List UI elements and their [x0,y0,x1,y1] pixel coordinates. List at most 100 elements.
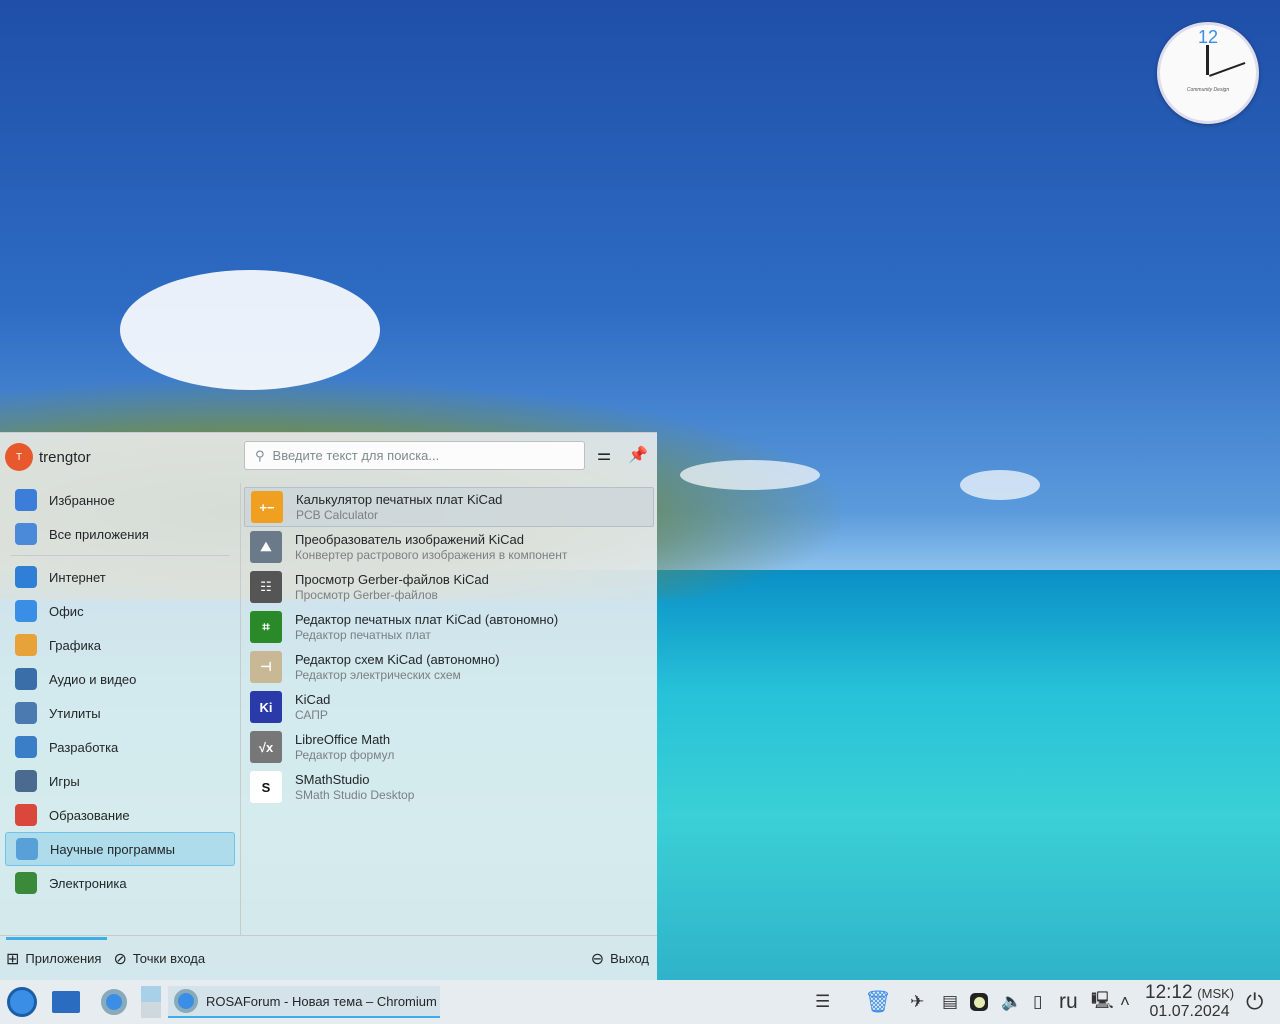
tab-applications[interactable]: ⊞ Приложения [0,936,108,981]
sidebar-item-atom[interactable]: Научные программы [5,832,235,866]
launcher-footer: ⊞ Приложения ⊘ Точки входа ⊖ Выход [0,935,657,981]
chromium-launcher[interactable] [98,986,130,1018]
list-item[interactable]: ⊣ Редактор схем KiCad (автономно) Редактор… [244,647,654,687]
chromium-icon [101,989,127,1015]
chromium-icon [174,989,198,1013]
headphones-icon [15,668,37,690]
pin-icon[interactable]: 📌 [627,445,649,467]
sidebar-item-label: Избранное [49,492,115,508]
code-icon [15,736,37,758]
sidebar-item-office[interactable]: Офис [5,594,235,628]
tab-places[interactable]: ⊘ Точки входа [107,937,211,981]
smath-icon: S [250,771,282,803]
app-description: SMath Studio Desktop [295,787,415,802]
globe-icon [15,566,37,588]
sidebar-item-book[interactable]: Образование [5,798,235,832]
tray-settings-icon[interactable]: ☰ [815,980,830,1024]
app-name: Просмотр Gerber-файлов KiCad [295,571,489,587]
network-icon[interactable]: 🖳 [1091,980,1114,1024]
category-sidebar: Избранное Все приложения Интернет Офис Графи… [0,483,241,935]
app-description: Редактор электрических схем [295,667,461,682]
digital-clock[interactable]: 12:12 (MSK) 01.07.2024 [1145,980,1234,1024]
sidebar-item-gamepad[interactable]: Игры [5,764,235,798]
app-name: LibreOffice Math [295,731,391,747]
app-name: SMathStudio [295,771,370,787]
list-item[interactable]: ⛰ Преобразователь изображений KiCad Конвер… [244,527,654,567]
office-icon [15,600,37,622]
sidebar-item-label: Утилиты [49,705,101,721]
sidebar-item-code[interactable]: Разработка [5,730,235,764]
sidebar-item-headphones[interactable]: Аудио и видео [5,662,235,696]
clock-timezone: (MSK) [1197,985,1235,1001]
desktop-pager-icon [141,986,161,1018]
list-item[interactable]: √x LibreOffice Math Редактор формул [244,727,654,767]
grid-icon [15,523,37,545]
avatar[interactable]: T [5,443,33,471]
analog-clock-widget[interactable]: 12 Community Design [1157,22,1259,124]
sidebar-item-label: Научные программы [50,841,176,857]
application-launcher: T trengtor ⚲ Введите текст для поиска...… [0,432,657,980]
search-placeholder: Введите текст для поиска... [272,448,440,463]
logout-button[interactable]: ⊖ Выход [585,937,655,981]
volume-icon[interactable]: 🔈 [1001,980,1022,1024]
sidebar-item-label: Офис [49,603,84,619]
app-list: +− Калькулятор печатных плат KiCad PCB Cal… [244,487,654,807]
usb-device-icon[interactable]: ▯ [1033,980,1042,1024]
taskbar: ROSAForum - Новая тема – Chromium ☰ 🗑 ✈ … [0,980,1280,1024]
logout-label: Выход [610,951,649,966]
sidebar-item-bookmark[interactable]: Избранное [5,483,235,517]
task-chromium-window[interactable]: ROSAForum - Новая тема – Chromium [168,986,440,1018]
kicad-icon: Ki [250,691,282,723]
list-item[interactable]: ⌗ Редактор печатных плат KiCad (автономно… [244,607,654,647]
calculator-icon: +− [251,491,283,523]
task-title: ROSAForum - Новая тема – Chromium [206,993,437,1009]
search-icon: ⚲ [255,447,265,463]
wallpaper-cloud [680,460,820,490]
grid-icon: ⊞ [6,950,20,968]
app-description: Просмотр Gerber-файлов [295,587,438,602]
logout-icon: ⊖ [590,950,605,968]
telegram-icon[interactable]: ✈ [910,980,924,1024]
status-indicator-icon[interactable] [970,980,988,1024]
list-item[interactable]: ☷ Просмотр Gerber-файлов KiCad Просмотр Ge… [244,567,654,607]
power-icon[interactable]: ⏻ [1246,980,1263,1024]
list-item[interactable]: +− Калькулятор печатных плат KiCad PCB Cal… [244,487,654,527]
clock-brand: Community Design [1186,87,1230,93]
pcb-icon: ⌗ [250,611,282,643]
clock-hour-hand [1206,45,1209,75]
keyboard-layout-indicator[interactable]: ru [1059,980,1078,1024]
sidebar-item-graphics[interactable]: Графика [5,628,235,662]
sidebar-item-globe[interactable]: Интернет [5,560,235,594]
app-description: Редактор формул [295,747,395,762]
app-description: Редактор печатных плат [295,627,431,642]
electronics-icon [15,872,37,894]
sidebar-item-label: Образование [49,807,130,823]
clipboard-icon[interactable]: ▤ [942,980,958,1024]
app-name: KiCad [295,691,331,707]
tab-places-label: Точки входа [132,951,206,966]
tab-applications-label: Приложения [25,951,102,966]
graphics-icon [15,634,37,656]
configure-icon[interactable]: ⚌ [593,445,615,467]
user-name: trengtor [39,448,91,466]
search-input[interactable]: ⚲ Введите текст для поиска... [244,441,585,470]
schematic-icon: ⊣ [250,651,282,683]
sidebar-item-grid[interactable]: Все приложения [5,517,235,551]
sidebar-item-label: Интернет [49,569,106,585]
sidebar-item-electronics[interactable]: Электроника [5,866,235,900]
launcher-button[interactable] [4,986,40,1018]
clock-date: 01.07.2024 [1149,1002,1230,1020]
sidebar-item-sliders[interactable]: Утилиты [5,696,235,730]
trash-icon[interactable]: 🗑 [864,980,892,1024]
list-item[interactable]: Ki KiCad САПР [244,687,654,727]
gerber-icon: ☷ [250,571,282,603]
bookmark-icon [15,489,37,511]
app-name: Калькулятор печатных плат KiCad [296,491,503,507]
book-icon [15,804,37,826]
app-name: Преобразователь изображений KiCad [295,531,524,547]
file-manager-button[interactable] [50,986,82,1018]
pager-button[interactable] [140,986,162,1018]
sidebar-item-label: Аудио и видео [49,671,137,687]
list-item[interactable]: S SMathStudio SMath Studio Desktop [244,767,654,807]
expand-tray-icon[interactable]: ˄ [1120,980,1130,1024]
